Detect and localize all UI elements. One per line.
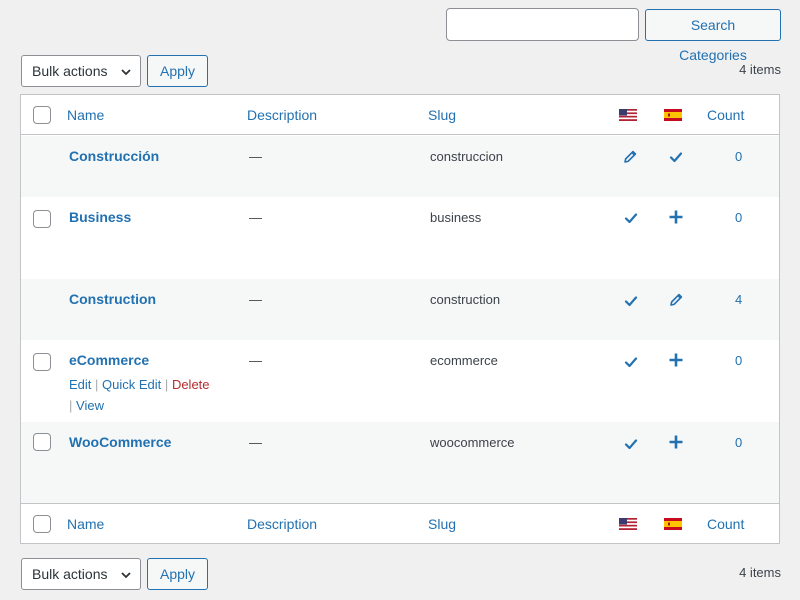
- column-slug[interactable]: Slug: [428, 107, 456, 123]
- column-count[interactable]: Count: [707, 107, 744, 123]
- bulk-actions-select-bottom[interactable]: Bulk actions: [21, 558, 141, 590]
- apply-button[interactable]: Apply: [147, 55, 208, 87]
- items-count: 4 items: [739, 62, 781, 77]
- bulk-actions-label: Bulk actions: [32, 63, 108, 79]
- apply-button-bottom[interactable]: Apply: [147, 558, 208, 590]
- table-footer: Name Description Slug Count: [21, 503, 779, 543]
- bulk-actions-select[interactable]: Bulk actions: [21, 55, 141, 87]
- category-slug: business: [430, 210, 482, 225]
- check-icon[interactable]: [623, 293, 639, 309]
- quick-edit-link[interactable]: Quick Edit: [102, 377, 161, 392]
- category-description: —: [249, 292, 262, 307]
- category-name-link[interactable]: eCommerce: [69, 352, 149, 368]
- category-name-link[interactable]: Business: [69, 209, 131, 225]
- category-description: —: [249, 353, 262, 368]
- category-name-link[interactable]: WooCommerce: [69, 434, 171, 450]
- plus-icon[interactable]: [668, 209, 684, 225]
- items-count: 4 items: [739, 565, 781, 580]
- category-count-link[interactable]: 0: [735, 353, 742, 368]
- check-icon[interactable]: [623, 354, 639, 370]
- column-name[interactable]: Name: [67, 107, 104, 123]
- row-actions-separator: |: [69, 398, 73, 413]
- bulk-actions-label: Bulk actions: [32, 566, 108, 582]
- row-actions: Edit | Quick Edit | Delete | View: [69, 374, 239, 416]
- search-categories-button[interactable]: Search Categories: [645, 9, 781, 63]
- column-count[interactable]: Count: [707, 516, 744, 532]
- category-description: —: [249, 149, 262, 164]
- category-description: —: [249, 210, 262, 225]
- delete-link[interactable]: Delete: [172, 377, 210, 392]
- view-link[interactable]: View: [76, 398, 104, 413]
- category-slug: woocommerce: [430, 435, 515, 450]
- table-row: WooCommerce — woocommerce 0: [21, 422, 779, 503]
- row-actions-separator: |: [164, 377, 169, 392]
- chevron-down-icon: [121, 572, 131, 579]
- select-all-checkbox[interactable]: [33, 106, 51, 124]
- row-checkbox[interactable]: [33, 433, 51, 451]
- table-row: Construction — construction 4: [21, 279, 779, 340]
- pencil-icon[interactable]: [622, 149, 638, 165]
- us-flag-icon: [619, 109, 637, 121]
- es-flag-icon: [664, 109, 682, 121]
- edit-link[interactable]: Edit: [69, 377, 91, 392]
- column-slug[interactable]: Slug: [428, 516, 456, 532]
- row-checkbox[interactable]: [33, 210, 51, 228]
- us-flag-icon: [619, 518, 637, 530]
- check-icon[interactable]: [623, 210, 639, 226]
- es-flag-icon: [664, 518, 682, 530]
- plus-icon[interactable]: [668, 434, 684, 450]
- category-count-link[interactable]: 0: [735, 435, 742, 450]
- row-checkbox[interactable]: [33, 353, 51, 371]
- table-row: Business — business 0: [21, 197, 779, 279]
- check-icon[interactable]: [668, 149, 684, 165]
- pencil-icon[interactable]: [668, 292, 684, 308]
- select-all-checkbox[interactable]: [33, 515, 51, 533]
- plus-icon[interactable]: [668, 352, 684, 368]
- check-icon[interactable]: [623, 436, 639, 452]
- categories-table: Name Description Slug Count Construcción…: [20, 94, 780, 544]
- category-name-link[interactable]: Construcción: [69, 148, 159, 164]
- row-actions-separator: |: [95, 377, 99, 392]
- category-slug: ecommerce: [430, 353, 498, 368]
- table-row: eCommerce Edit | Quick Edit | Delete | V…: [21, 340, 779, 422]
- chevron-down-icon: [121, 69, 131, 76]
- table-row: Construcción — construccion 0: [21, 136, 779, 197]
- category-count-link[interactable]: 0: [735, 149, 742, 164]
- table-header: Name Description Slug Count: [21, 95, 779, 135]
- column-description[interactable]: Description: [247, 107, 317, 123]
- category-slug: construction: [430, 292, 501, 307]
- category-slug: construccion: [430, 149, 503, 164]
- category-count-link[interactable]: 4: [735, 292, 742, 307]
- search-input[interactable]: [446, 8, 639, 41]
- category-description: —: [249, 435, 262, 450]
- column-name[interactable]: Name: [67, 516, 104, 532]
- column-description[interactable]: Description: [247, 516, 317, 532]
- category-count-link[interactable]: 0: [735, 210, 742, 225]
- category-name-link[interactable]: Construction: [69, 291, 156, 307]
